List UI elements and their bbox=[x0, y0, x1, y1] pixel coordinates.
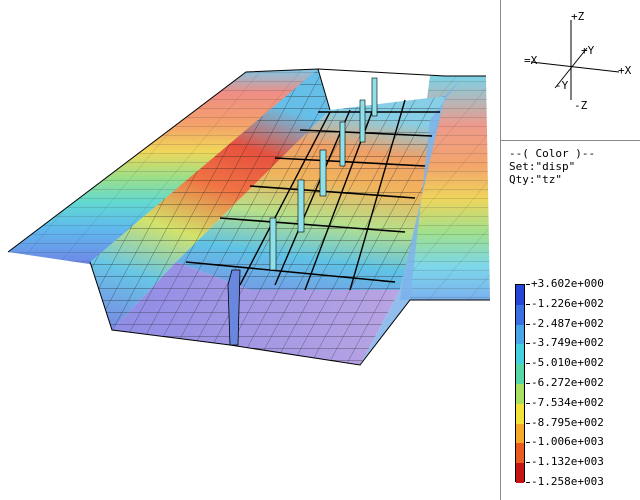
legend-color-bar bbox=[515, 284, 525, 484]
triad-plus-x-label: +X bbox=[618, 64, 632, 77]
legend-value-label: -6.272e+002 bbox=[531, 376, 604, 389]
legend-value-label: -1.258e+003 bbox=[531, 475, 604, 488]
result-info-set: Set:"disp" bbox=[509, 160, 576, 173]
model-viewport[interactable] bbox=[0, 0, 501, 500]
fem-result-viewer: +Z -Z +Y -Y +X =X --( Color )-- Set:"dis… bbox=[0, 0, 640, 500]
legend-tick bbox=[526, 482, 530, 483]
triad-plus-y-label: +Y bbox=[581, 44, 595, 57]
result-info: --( Color )-- Set:"disp" Qty:"tz" bbox=[509, 147, 595, 186]
legend-tick bbox=[526, 363, 530, 365]
legend-value-label: -1.132e+003 bbox=[531, 455, 604, 469]
legend-tick bbox=[526, 383, 530, 384]
legend-swatch bbox=[516, 285, 524, 305]
legend-value-label: -5.010e+002 bbox=[531, 356, 604, 370]
legend-tick bbox=[526, 303, 530, 305]
legend-swatch bbox=[516, 304, 524, 325]
triad-minus-z-label: -Z bbox=[574, 99, 588, 112]
legend-swatch bbox=[516, 344, 524, 365]
legend-tick bbox=[526, 462, 530, 464]
legend-tick bbox=[526, 323, 530, 325]
legend-swatch bbox=[516, 384, 524, 404]
color-legend: +3.602e+000 -1.226e+002 -2.487e+002 -3.749e… bbox=[501, 270, 640, 488]
middle-diaphragm bbox=[227, 269, 241, 346]
legend-value-label: -2.487e+002 bbox=[531, 316, 604, 330]
triad-plus-z-label: +Z bbox=[571, 10, 585, 23]
legend-swatch bbox=[516, 443, 524, 464]
legend-value-label: -1.226e+002 bbox=[531, 296, 604, 310]
legend-tick bbox=[526, 402, 530, 404]
triad-minus-x-label: =X bbox=[524, 54, 538, 67]
legend-swatch bbox=[516, 403, 524, 424]
side-panel: +Z -Z +Y -Y +X =X --( Color )-- Set:"dis… bbox=[501, 0, 640, 500]
legend-value-label: +3.602e+000 bbox=[531, 277, 604, 290]
legend-value-label: -8.795e+002 bbox=[531, 415, 604, 429]
legend-tick bbox=[526, 284, 530, 285]
legend-value-label: -3.749e+002 bbox=[531, 336, 604, 350]
legend-value-label: -1.006e+003 bbox=[531, 435, 604, 449]
axis-triad[interactable]: +Z -Z +Y -Y +X =X bbox=[501, 0, 640, 141]
legend-value-label: -7.534e+002 bbox=[531, 395, 604, 409]
legend-tick bbox=[526, 343, 530, 345]
result-info-quantity: Qty:"tz" bbox=[509, 173, 562, 186]
legend-swatch bbox=[516, 423, 524, 444]
triad-minus-y-label: -Y bbox=[555, 79, 569, 92]
legend-tick bbox=[526, 442, 530, 444]
legend-swatch bbox=[516, 324, 524, 345]
result-info-mode: --( Color )-- bbox=[509, 147, 596, 160]
legend-swatch bbox=[516, 364, 524, 385]
legend-tick bbox=[526, 422, 530, 424]
displacement-contour-plot[interactable] bbox=[0, 0, 500, 500]
legend-swatch bbox=[516, 463, 524, 484]
